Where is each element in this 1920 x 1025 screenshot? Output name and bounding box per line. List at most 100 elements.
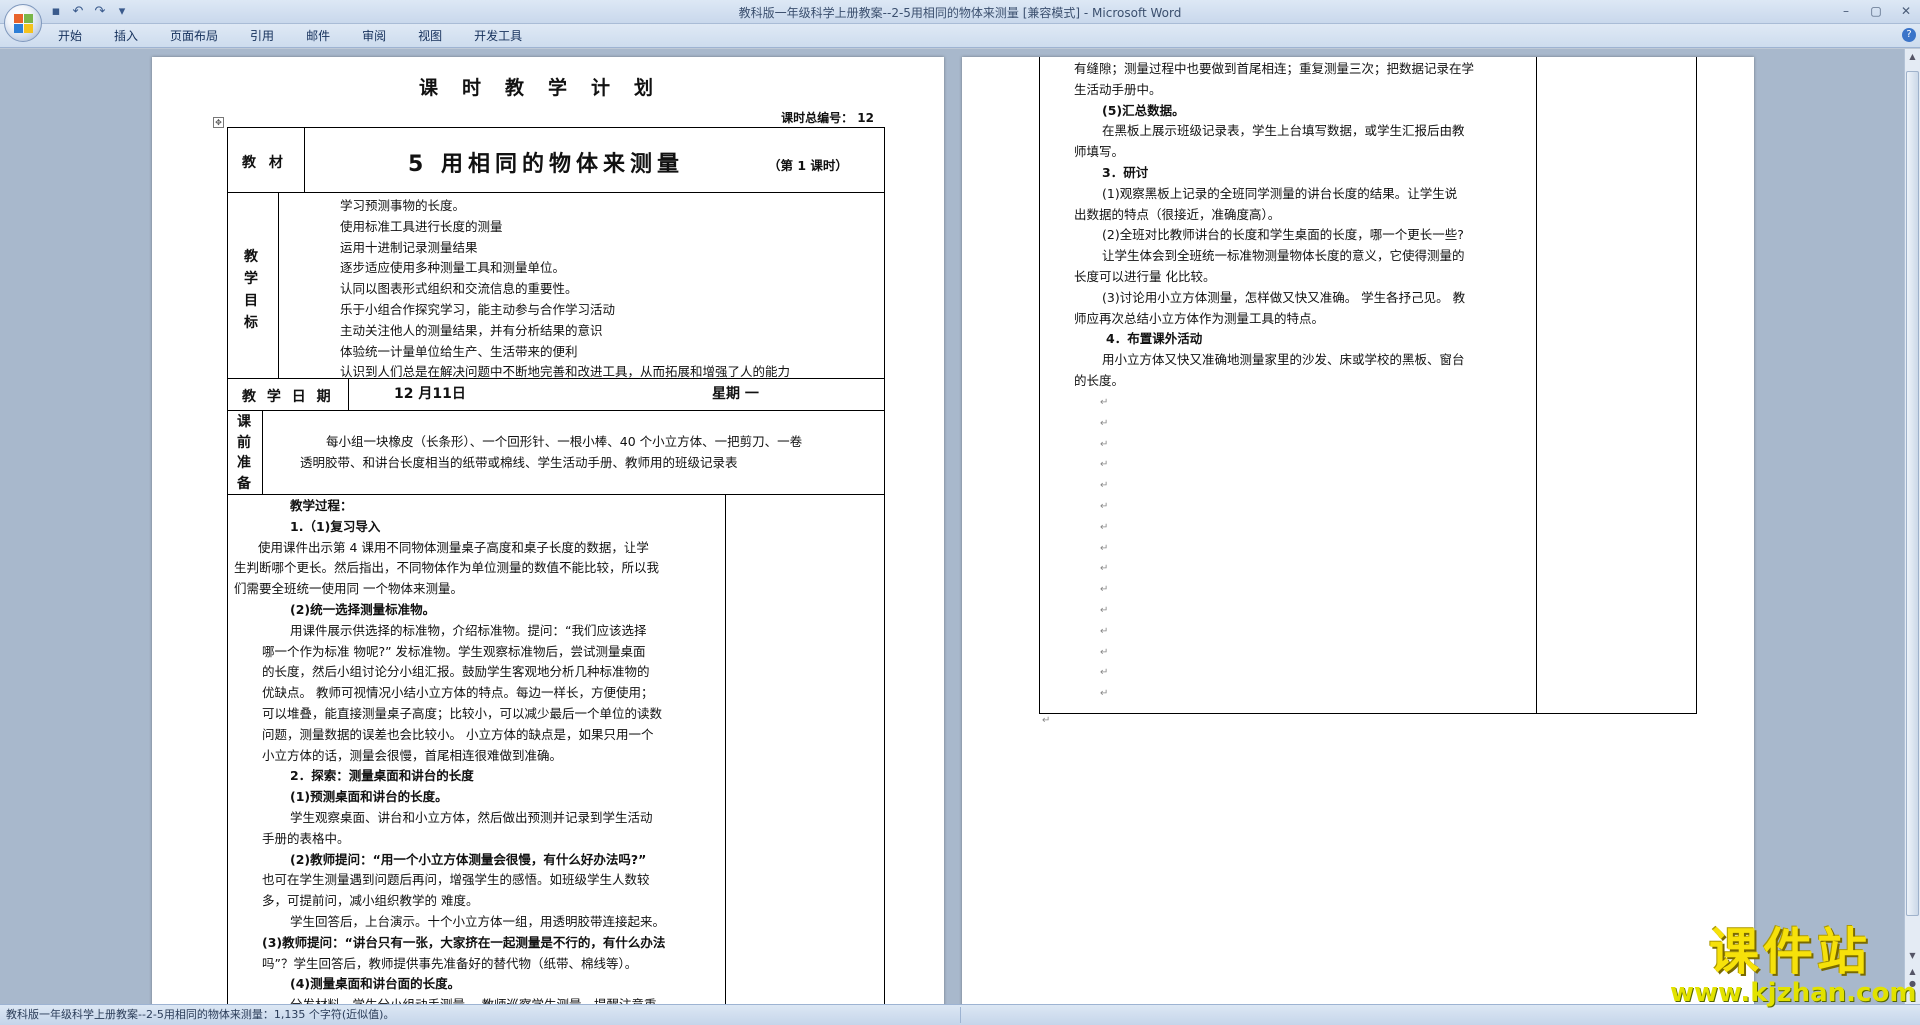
paragraph-mark: ↵ xyxy=(1100,688,1109,700)
minimize-button[interactable]: – xyxy=(1836,2,1856,20)
document-area[interactable]: 课时教学计划 课时总编号： 12 ✥ 教 材 5 用相同的物体来测量 （第 1 … xyxy=(0,49,1904,1004)
table-rule xyxy=(228,410,884,411)
goals-label-char: 标 xyxy=(244,315,258,331)
prep-label-char: 前 xyxy=(237,434,251,451)
process-line: 手册的表格中。 xyxy=(262,830,350,846)
lesson-sequence: 课时总编号： 12 xyxy=(781,109,874,126)
process-line: 4．布置课外活动 xyxy=(1106,331,1203,347)
paragraph-mark: ↵ xyxy=(1100,584,1109,596)
date-value: 12 月11日 xyxy=(394,386,466,402)
tab-mailings[interactable]: 邮件 xyxy=(306,28,330,44)
paragraph-mark: ↵ xyxy=(1100,542,1109,554)
paragraph-mark: ↵ xyxy=(1100,500,1109,512)
process-line: (2)全班对比教师讲台的长度和学生桌面的长度，哪一个更长一些? xyxy=(1102,227,1464,243)
goal-item: 逐步适应使用多种测量工具和测量单位。 xyxy=(340,260,566,276)
empty-paragraphs: ↵ ↵ ↵ ↵ ↵ ↵ ↵ ↵ ↵ ↵ ↵ ↵ ↵ ↵ ↵ xyxy=(1100,393,1108,705)
goals-label-char: 教 xyxy=(244,249,258,265)
process-line: 学生观察桌面、讲台和小立方体，然后做出预测并记录到学生活动 xyxy=(290,809,653,825)
tab-review[interactable]: 审阅 xyxy=(362,28,386,44)
document-page-2[interactable]: 有缝隙；测量过程中也要做到首尾相连；重复测量三次；把数据记录在学 生活动手册中。 (… xyxy=(962,57,1754,1004)
lesson-plan-table: 教 材 5 用相同的物体来测量 （第 1 课时） 教 学 目 标 学习预测事物的… xyxy=(227,127,885,1004)
process-line: 优缺点。 教师可视情况小结小立方体的特点。每边一样长，方便使用； xyxy=(262,685,654,701)
process-line: 有缝隙；测量过程中也要做到首尾相连；重复测量三次；把数据记录在学 xyxy=(1074,61,1475,76)
process-line: (5)汇总数据。 xyxy=(1102,102,1185,118)
paragraph-mark: ↵ xyxy=(1100,480,1109,492)
paragraph-mark: ↵ xyxy=(1042,715,1051,726)
process-line: 分发材料，学生分小组动手测量。 教师巡察学生测量，提醒注意重 xyxy=(228,995,725,1004)
table-rule xyxy=(304,128,305,192)
process-line: (2)教师提问：“用一个小立方体测量会很慢，有什么好办法吗?” xyxy=(290,851,647,867)
process-line: 可以堆叠，能直接测量桌子高度；比较小，可以减少最后一个单位的读数 xyxy=(262,705,663,721)
lesson-period: （第 1 课时） xyxy=(768,158,848,173)
tab-references[interactable]: 引用 xyxy=(250,28,274,44)
process-line: 问题，测量数据的误差也会比较小。 小立方体的缺点是，如果只用一个 xyxy=(262,726,654,742)
prep-label: 课 前 准 备 xyxy=(237,412,251,494)
process-line: 学生回答后，上台演示。十个小立方体一组，用透明胶带连接起来。 xyxy=(290,913,666,929)
process-line: 小立方体的话，测量会很慢，首尾相连很难做到准确。 xyxy=(262,747,563,763)
paragraph-mark: ↵ xyxy=(1100,459,1109,471)
scroll-up-icon[interactable]: ▲ xyxy=(1905,49,1920,65)
process-line: 生判断哪个更长。然后指出，不同物体作为单位测量的数值不能比较，所以我 xyxy=(234,560,660,576)
goal-item: 认同以图表形式组织和交流信息的重要性。 xyxy=(340,281,578,297)
document-page-1[interactable]: 课时教学计划 课时总编号： 12 ✥ 教 材 5 用相同的物体来测量 （第 1 … xyxy=(152,57,944,1004)
paragraph-mark: ↵ xyxy=(1100,604,1109,616)
goal-item: 使用标准工具进行长度的测量 xyxy=(340,218,503,234)
process-line: 使用课件出示第 4 课用不同物体测量桌子高度和桌子长度的数据，让学 xyxy=(258,539,649,555)
paragraph-mark: ↵ xyxy=(1100,667,1109,679)
tab-view[interactable]: 视图 xyxy=(418,28,442,44)
process-line: 用小立方体又快又准确地测量家里的沙发、床或学校的黑板、窗台 xyxy=(1102,352,1465,368)
sequence-value: 12 xyxy=(857,111,874,125)
paragraph-mark: ↵ xyxy=(1100,417,1109,429)
table-rule xyxy=(278,192,279,378)
goals-list: 学习预测事物的长度。 使用标准工具进行长度的测量 运用十进制记录测量结果 逐步适… xyxy=(340,196,790,383)
vertical-scrollbar[interactable]: ▲ ▼ ▲ ● ▼ xyxy=(1904,49,1920,1004)
table-rule xyxy=(228,192,884,193)
table-rule xyxy=(228,494,884,495)
goal-item: 主动关注他人的测量结果，并有分析结果的意识 xyxy=(340,322,603,338)
process-line: 教学过程： xyxy=(290,498,353,513)
tab-insert[interactable]: 插入 xyxy=(114,28,138,44)
process-line: 2．探索：测量桌面和讲台的长度 xyxy=(290,768,474,784)
tab-page-layout[interactable]: 页面布局 xyxy=(170,28,218,44)
process-line: 哪一个作为标准 物呢?” 发标准物。学生观察标准物后，尝试测量桌面 xyxy=(262,643,646,659)
goals-label-char: 目 xyxy=(244,293,258,309)
paragraph-mark: ↵ xyxy=(1100,521,1109,533)
paragraph-mark: ↵ xyxy=(1100,438,1109,450)
goals-label-char: 学 xyxy=(244,271,258,287)
watermark-url: www.kjzhan.com xyxy=(1670,978,1917,1008)
maximize-button[interactable]: ▢ xyxy=(1866,2,1886,20)
close-button[interactable]: ✕ xyxy=(1896,2,1916,20)
tab-home[interactable]: 开始 xyxy=(58,28,82,44)
paragraph-mark: ↵ xyxy=(1100,625,1109,637)
prep-line: 透明胶带、和讲台长度相当的纸带或棉线、学生活动手册、教师用的班级记录表 xyxy=(300,455,738,470)
office-button[interactable] xyxy=(4,4,42,42)
page-title: 课时教学计划 xyxy=(418,77,677,99)
process-line: 的长度。 xyxy=(1074,372,1125,388)
process-line: 们需要全班统一使用同 一个物体来测量。 xyxy=(234,581,463,597)
table-move-handle-icon[interactable]: ✥ xyxy=(213,117,224,128)
table-rule xyxy=(725,494,726,1004)
office-logo-icon xyxy=(14,14,34,34)
process-line: 1.（1)复习导入 xyxy=(290,518,381,534)
paragraph-mark: ↵ xyxy=(1100,646,1109,658)
goals-label: 教 学 目 标 xyxy=(244,246,258,334)
status-text: 教科版一年级科学上册教案--2-5用相同的物体来测量：1,135 个字符(近似值… xyxy=(6,1008,395,1021)
process-line: 吗”？学生回答后，教师提供事先准备好的替代物（纸带、棉线等）。 xyxy=(262,955,638,971)
watermark-title: 课件站 xyxy=(1709,923,1871,981)
status-bar: 教科版一年级科学上册教案--2-5用相同的物体来测量：1,135 个字符(近似值… xyxy=(0,1004,1920,1025)
process-line: 师填写。 xyxy=(1074,144,1125,160)
help-icon[interactable]: ? xyxy=(1902,28,1916,42)
goal-item: 体验统一计量单位给生产、生活带来的便利 xyxy=(340,343,578,359)
lesson-title: 5 用相同的物体来测量 xyxy=(408,152,684,177)
prep-label-char: 课 xyxy=(237,414,251,430)
goal-item: 认识到人们总是在解决问题中不断地完善和改进工具，从而拓展和增强了人的能力 xyxy=(340,364,791,380)
window-title: 教科版一年级科学上册教案--2-5用相同的物体来测量 [兼容模式] - Micr… xyxy=(738,6,1182,20)
table-rule xyxy=(262,410,263,494)
tab-developer[interactable]: 开发工具 xyxy=(474,28,522,44)
date-label: 教 学 日 期 xyxy=(242,389,334,405)
scroll-thumb[interactable] xyxy=(1906,71,1919,916)
table-rule xyxy=(1536,57,1537,713)
prep-label-char: 备 xyxy=(237,475,251,492)
goal-item: 乐于小组合作探究学习，能主动参与合作学习活动 xyxy=(340,301,616,317)
process-line: 在黑板上展示班级记录表，学生上台填写数据，或学生汇报后由教 xyxy=(1102,123,1465,139)
